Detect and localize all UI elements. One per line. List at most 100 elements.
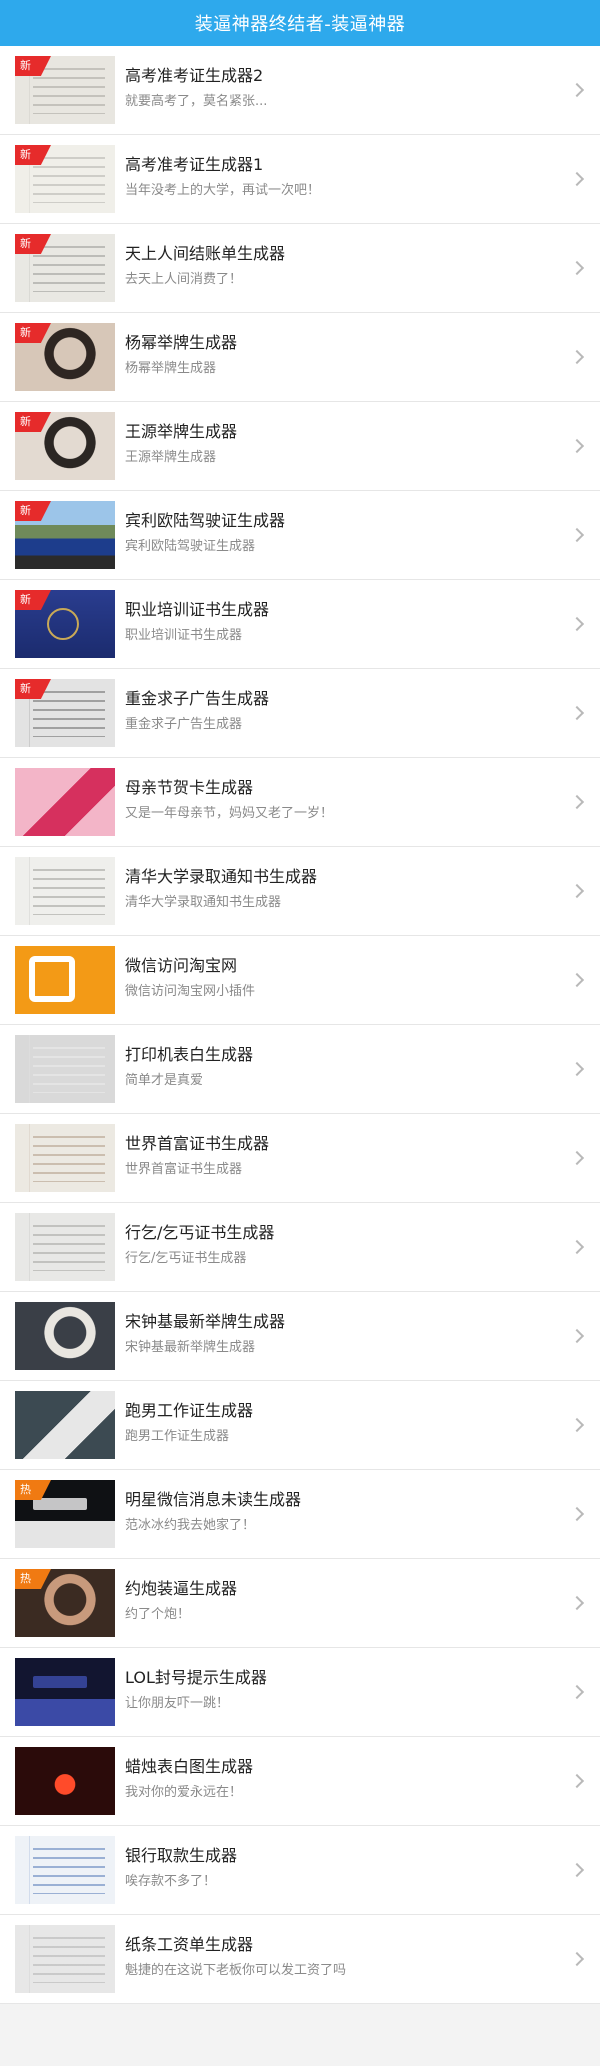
- item-thumbnail: [15, 1658, 115, 1726]
- chevron-right-icon: [569, 1061, 585, 1077]
- chevron-right-icon: [569, 82, 585, 98]
- cert-seal: [47, 608, 79, 640]
- item-title: 宾利欧陆驾驶证生成器: [125, 511, 286, 530]
- header-title: 装逼神器终结者-装逼神器: [194, 14, 406, 35]
- item-title: 世界首富证书生成器: [125, 1134, 270, 1153]
- item-text: 行乞/乞丐证书生成器 行乞/乞丐证书生成器: [125, 1221, 560, 1269]
- item-text: 蜡烛表白图生成器 我对你的爱永远在！: [125, 1755, 560, 1803]
- phone-screen-bar: [33, 1676, 87, 1688]
- list-item[interactable]: 行乞/乞丐证书生成器 行乞/乞丐证书生成器: [0, 1203, 600, 1292]
- item-thumbnail: [15, 1747, 115, 1815]
- item-thumbnail: [15, 1213, 115, 1281]
- item-thumbnail: 新: [15, 323, 115, 391]
- list-item[interactable]: 跑男工作证生成器 跑男工作证生成器: [0, 1381, 600, 1470]
- chevron-right-icon: [569, 349, 585, 365]
- chevron-right-icon: [569, 1951, 585, 1967]
- item-title: 天上人间结账单生成器: [125, 244, 286, 263]
- paper-lines: [33, 691, 105, 737]
- list-item[interactable]: 蜡烛表白图生成器 我对你的爱永远在！: [0, 1737, 600, 1826]
- item-text: 高考准考证生成器1 当年没考上的大学，再试一次吧！: [125, 153, 560, 201]
- list-item[interactable]: 母亲节贺卡生成器 又是一年母亲节，妈妈又老了一岁！: [0, 758, 600, 847]
- item-subtitle: 微信访问淘宝网小插件: [125, 984, 256, 999]
- item-thumbnail: 新: [15, 679, 115, 747]
- item-subtitle: 让你朋友吓一跳！: [125, 1696, 230, 1711]
- item-subtitle: 简单才是真爱: [125, 1073, 204, 1088]
- item-thumbnail: [15, 1836, 115, 1904]
- item-text: 微信访问淘宝网 微信访问淘宝网小插件: [125, 954, 560, 1002]
- app-header: 装逼神器终结者-装逼神器: [0, 0, 600, 46]
- chevron-right-icon: [569, 972, 585, 988]
- item-thumbnail: 热: [15, 1480, 115, 1548]
- chevron-right-icon: [569, 438, 585, 454]
- thumbnail-image: [15, 1658, 115, 1726]
- list-item[interactable]: 打印机表白生成器 简单才是真爱: [0, 1025, 600, 1114]
- item-title: 职业培训证书生成器: [125, 600, 270, 619]
- list-item[interactable]: 世界首富证书生成器 世界首富证书生成器: [0, 1114, 600, 1203]
- item-title: 跑男工作证生成器: [125, 1401, 254, 1420]
- list-item[interactable]: 银行取款生成器唉存款不多了！: [0, 1826, 600, 1915]
- item-subtitle: 职业培训证书生成器: [125, 628, 243, 643]
- chevron-right-icon: [569, 1595, 585, 1611]
- item-subtitle: 杨幂举牌生成器: [125, 361, 217, 376]
- item-subtitle: 就要高考了，莫名紧张...: [125, 94, 268, 109]
- list-item[interactable]: 热明星微信消息未读生成器 范冰冰约我去她家了！: [0, 1470, 600, 1559]
- chevron-right-icon: [569, 794, 585, 810]
- item-subtitle: 宋钟基最新举牌生成器: [125, 1340, 256, 1355]
- thumbnail-image: [15, 1391, 115, 1459]
- list-item[interactable]: 新宾利欧陆驾驶证生成器 宾利欧陆驾驶证生成器: [0, 491, 600, 580]
- list-item[interactable]: 热约炮装逼生成器 约了个炮！: [0, 1559, 600, 1648]
- item-subtitle: 我对你的爱永远在！: [125, 1785, 243, 1800]
- list-item[interactable]: LOL封号提示生成器 让你朋友吓一跳！: [0, 1648, 600, 1737]
- item-text: 宾利欧陆驾驶证生成器 宾利欧陆驾驶证生成器: [125, 509, 560, 557]
- thumbnail-image: [15, 1302, 115, 1370]
- item-text: 清华大学录取通知书生成器 清华大学录取通知书生成器: [125, 865, 560, 913]
- item-subtitle: 唉存款不多了！: [125, 1874, 217, 1889]
- generator-list: 新高考准考证生成器2 就要高考了，莫名紧张... 新高考准考证生成器1 当年没考上的大…: [0, 46, 600, 2004]
- list-item[interactable]: 新杨幂举牌生成器 杨幂举牌生成器: [0, 313, 600, 402]
- thumbnail-image: [15, 946, 115, 1014]
- item-text: LOL封号提示生成器 让你朋友吓一跳！: [125, 1666, 560, 1714]
- item-title: 行乞/乞丐证书生成器: [125, 1223, 275, 1242]
- list-item[interactable]: 新天上人间结账单生成器去天上人间消费了！: [0, 224, 600, 313]
- thumbnail-image: [15, 1747, 115, 1815]
- list-item[interactable]: 微信访问淘宝网 微信访问淘宝网小插件: [0, 936, 600, 1025]
- list-item[interactable]: 清华大学录取通知书生成器 清华大学录取通知书生成器: [0, 847, 600, 936]
- chevron-right-icon: [569, 1239, 585, 1255]
- item-subtitle: 去天上人间消费了！: [125, 272, 243, 287]
- item-text: 杨幂举牌生成器 杨幂举牌生成器: [125, 331, 560, 379]
- item-thumbnail: 新: [15, 56, 115, 124]
- list-item[interactable]: 纸条工资单生成器 魁捷的在这说下老板你可以发工资了吗: [0, 1915, 600, 2004]
- chevron-right-icon: [569, 883, 585, 899]
- paper-lines: [33, 1047, 105, 1093]
- paper-lines: [33, 246, 105, 292]
- list-item[interactable]: 新高考准考证生成器1 当年没考上的大学，再试一次吧！: [0, 135, 600, 224]
- item-title: 高考准考证生成器1: [125, 155, 264, 174]
- item-subtitle: 王源举牌生成器: [125, 450, 217, 465]
- item-thumbnail: 新: [15, 234, 115, 302]
- item-text: 重金求子广告生成器 重金求子广告生成器: [125, 687, 560, 735]
- item-text: 打印机表白生成器 简单才是真爱: [125, 1043, 560, 1091]
- item-subtitle: 当年没考上的大学，再试一次吧！: [125, 183, 321, 198]
- item-thumbnail: 新: [15, 145, 115, 213]
- list-item[interactable]: 新王源举牌生成器 王源举牌生成器: [0, 402, 600, 491]
- paper-lines: [33, 68, 105, 114]
- item-text: 母亲节贺卡生成器 又是一年母亲节，妈妈又老了一岁！: [125, 776, 560, 824]
- item-thumbnail: [15, 768, 115, 836]
- item-title: 银行取款生成器: [125, 1846, 238, 1865]
- list-item[interactable]: 新重金求子广告生成器 重金求子广告生成器: [0, 669, 600, 758]
- list-item[interactable]: 宋钟基最新举牌生成器 宋钟基最新举牌生成器: [0, 1292, 600, 1381]
- thumbnail-image: [15, 1124, 115, 1192]
- list-item[interactable]: 新高考准考证生成器2 就要高考了，莫名紧张...: [0, 46, 600, 135]
- list-item[interactable]: 新职业培训证书生成器 职业培训证书生成器: [0, 580, 600, 669]
- item-subtitle: 宾利欧陆驾驶证生成器: [125, 539, 256, 554]
- item-thumbnail: [15, 857, 115, 925]
- chevron-right-icon: [569, 260, 585, 276]
- item-title: 高考准考证生成器2: [125, 66, 264, 85]
- chevron-right-icon: [569, 1150, 585, 1166]
- item-thumbnail: [15, 1124, 115, 1192]
- item-text: 世界首富证书生成器 世界首富证书生成器: [125, 1132, 560, 1180]
- chevron-right-icon: [569, 1417, 585, 1433]
- chevron-right-icon: [569, 705, 585, 721]
- item-text: 跑男工作证生成器 跑男工作证生成器: [125, 1399, 560, 1447]
- item-title: 重金求子广告生成器: [125, 689, 270, 708]
